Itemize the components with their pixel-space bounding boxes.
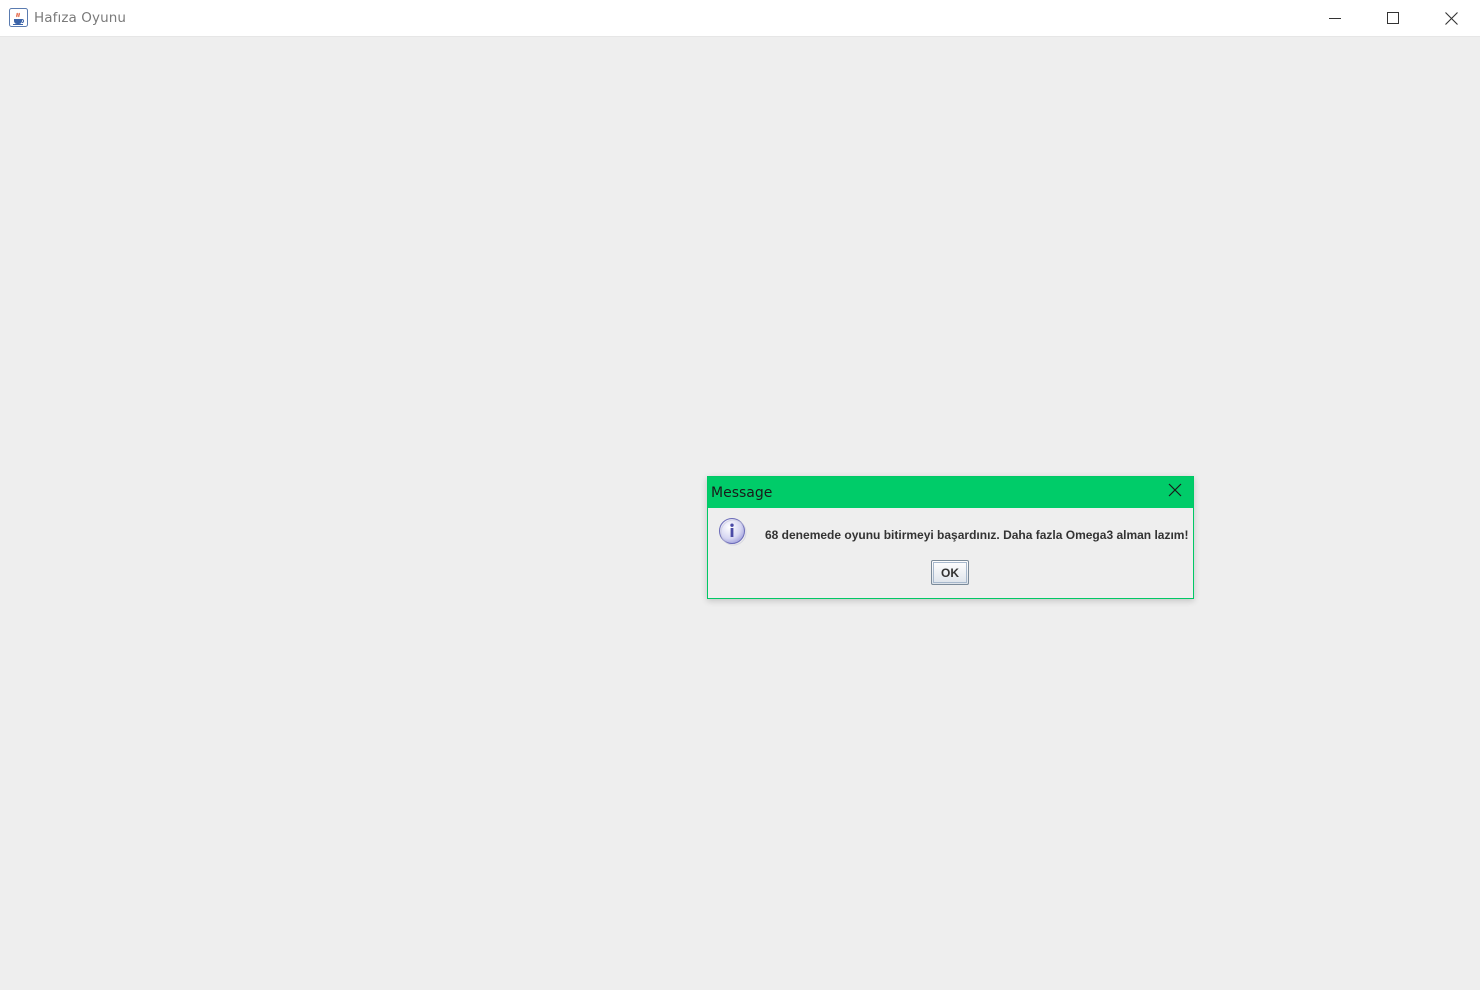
maximize-button[interactable]: [1364, 0, 1422, 36]
ok-button[interactable]: OK: [931, 560, 969, 585]
close-icon: [1444, 11, 1458, 25]
dialog-title: Message: [711, 485, 773, 501]
window-title: Hafıza Oyunu: [34, 10, 127, 26]
minimize-button[interactable]: [1306, 0, 1364, 36]
info-icon: [718, 517, 748, 547]
close-button[interactable]: [1422, 0, 1480, 36]
message-dialog: Message 68 denemede oyunu bitirmeyi başa…: [707, 476, 1194, 599]
main-window: Hafıza Oyunu Message 68 denemede oyunu b…: [0, 0, 1480, 990]
minimize-icon: [1329, 12, 1341, 24]
close-icon: [1168, 483, 1182, 502]
java-cup-icon: [9, 8, 28, 27]
dialog-close-button[interactable]: [1157, 477, 1193, 508]
dialog-message: 68 denemede oyunu bitirmeyi başardınız. …: [765, 528, 1189, 542]
dialog-titlebar[interactable]: Message: [708, 477, 1193, 508]
maximize-icon: [1387, 12, 1399, 24]
window-titlebar[interactable]: Hafıza Oyunu: [0, 0, 1480, 37]
